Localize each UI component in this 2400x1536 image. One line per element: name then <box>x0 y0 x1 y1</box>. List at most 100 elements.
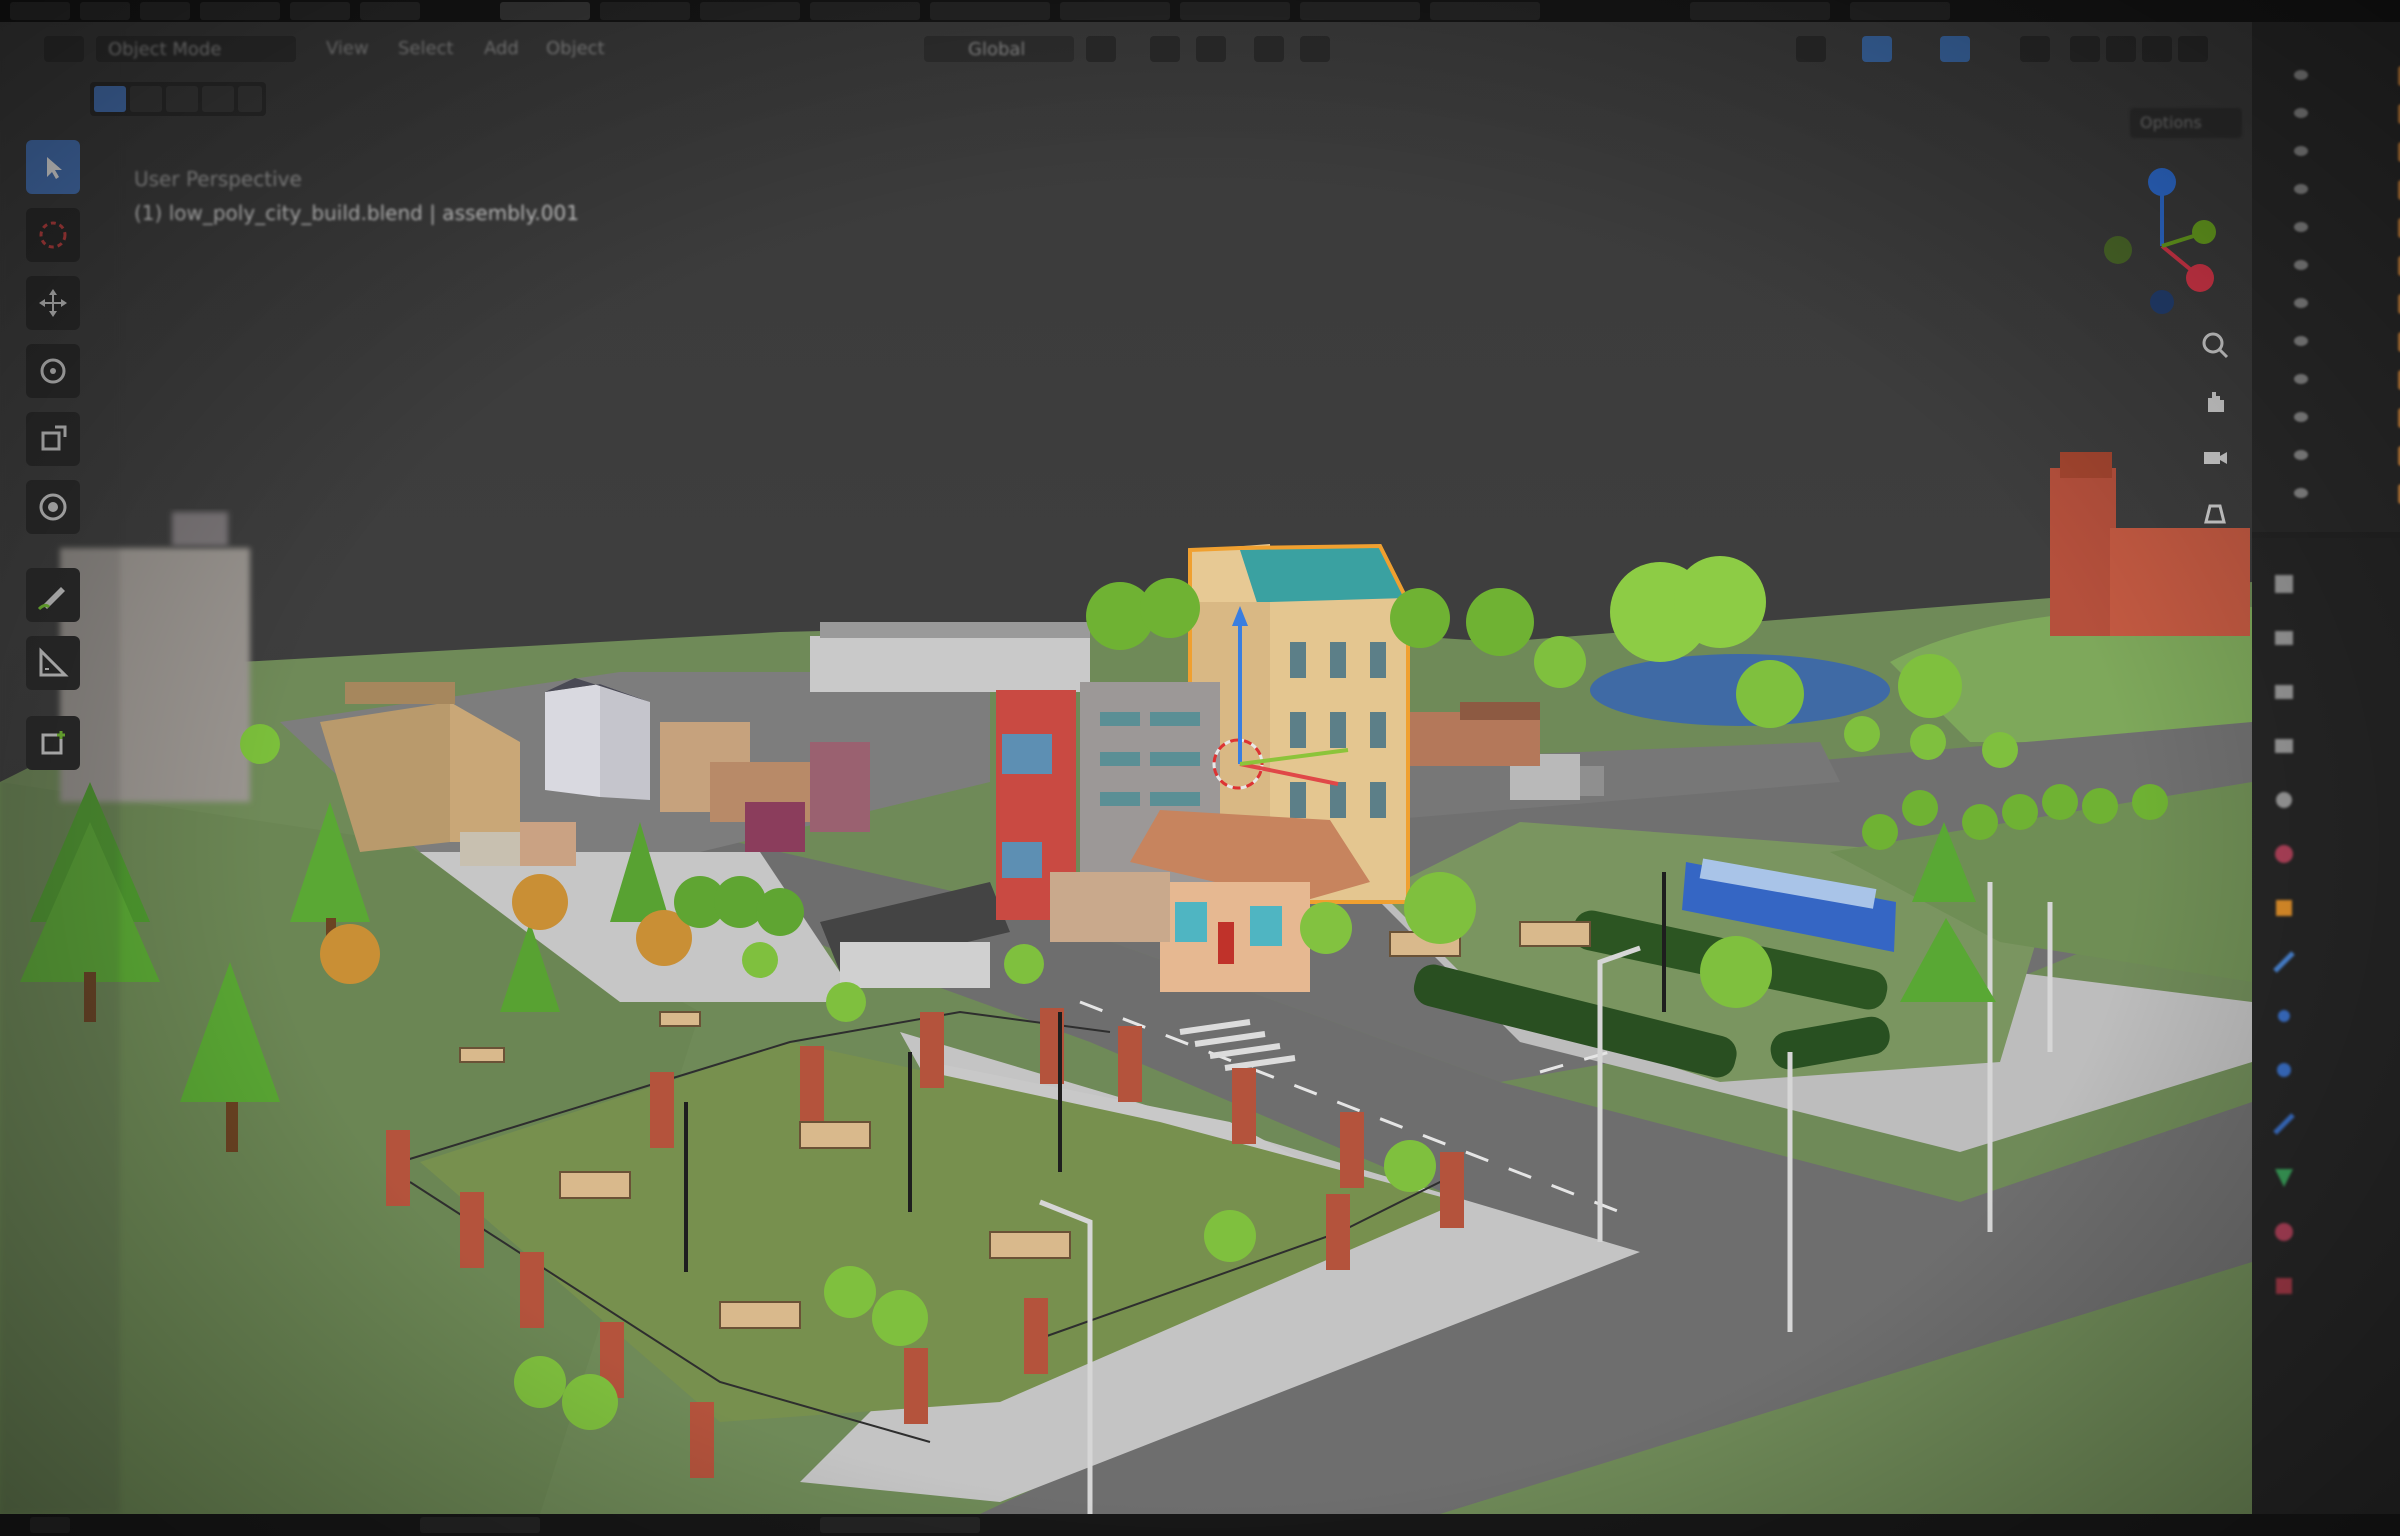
file-menu[interactable] <box>80 2 130 20</box>
select-box-tool-icon[interactable] <box>26 140 80 194</box>
output-tab-icon[interactable] <box>2264 672 2304 712</box>
material-tab-icon[interactable] <box>2264 1212 2304 1252</box>
overlays-toggle-icon[interactable] <box>1940 36 1970 62</box>
visibility-icon[interactable] <box>1796 36 1826 62</box>
shading-wireframe-icon[interactable] <box>2070 36 2100 62</box>
outliner-row[interactable] <box>2280 136 2400 170</box>
tab-geometry-nodes-2[interactable] <box>1690 2 1830 20</box>
eye-icon[interactable] <box>2294 374 2308 384</box>
edit-menu[interactable] <box>140 2 190 20</box>
eye-icon[interactable] <box>2294 108 2308 118</box>
properties-editor[interactable] <box>2252 538 2400 1514</box>
outliner-row[interactable] <box>2280 478 2400 512</box>
help-menu[interactable] <box>360 2 420 20</box>
blender-menu[interactable] <box>10 2 70 20</box>
3d-viewport[interactable]: User Perspective (1) low_poly_city_build… <box>0 22 2252 1514</box>
tab-shading[interactable] <box>1060 2 1170 20</box>
tab-uv-editing[interactable] <box>810 2 920 20</box>
outliner-row[interactable] <box>2280 440 2400 474</box>
snap-target-icon[interactable] <box>1196 36 1226 62</box>
measure-tool-icon[interactable] <box>26 636 80 690</box>
eye-icon[interactable] <box>2294 412 2308 422</box>
x-axis-icon[interactable] <box>2186 264 2214 292</box>
select-invert-icon[interactable] <box>202 86 234 112</box>
outliner-row[interactable] <box>2280 174 2400 208</box>
outliner-row[interactable] <box>2280 402 2400 436</box>
particles-tab-icon[interactable] <box>2264 996 2304 1036</box>
outliner-row[interactable] <box>2280 98 2400 132</box>
data-tab-icon[interactable] <box>2264 1158 2304 1198</box>
select-extend-icon[interactable] <box>130 86 162 112</box>
outliner-row[interactable] <box>2280 60 2400 94</box>
annotate-tool-icon[interactable] <box>26 568 80 622</box>
texture-tab-icon[interactable] <box>2264 1266 2304 1306</box>
perspective-toggle-icon[interactable] <box>2192 490 2238 536</box>
tab-compositing[interactable] <box>1430 2 1540 20</box>
y-axis-icon[interactable] <box>2192 220 2216 244</box>
eye-icon[interactable] <box>2294 184 2308 194</box>
scene-tab-icon[interactable] <box>2264 780 2304 820</box>
snap-icon[interactable] <box>1150 36 1180 62</box>
outliner-row[interactable] <box>2280 326 2400 360</box>
eye-icon[interactable] <box>2294 488 2308 498</box>
tab-layout[interactable] <box>500 2 590 20</box>
view-layer-tab-icon[interactable] <box>2264 726 2304 766</box>
eye-icon[interactable] <box>2294 298 2308 308</box>
shading-solid-icon[interactable] <box>2106 36 2136 62</box>
eye-icon[interactable] <box>2294 260 2308 270</box>
object-menu[interactable]: Object <box>546 38 605 59</box>
transform-tool-icon[interactable] <box>26 480 80 534</box>
eye-icon[interactable] <box>2294 450 2308 460</box>
render-menu[interactable] <box>200 2 280 20</box>
eye-icon[interactable] <box>2294 336 2308 346</box>
select-menu[interactable]: Select <box>398 38 454 59</box>
outliner-row[interactable] <box>2280 250 2400 284</box>
tab-rendering[interactable] <box>1300 2 1420 20</box>
tool-tab-icon[interactable] <box>2264 564 2304 604</box>
outliner-row[interactable] <box>2280 364 2400 398</box>
mode-dropdown[interactable]: Object Mode <box>96 36 296 62</box>
tab-texture-paint[interactable] <box>930 2 1050 20</box>
eye-icon[interactable] <box>2294 70 2308 80</box>
proportional-edit-icon[interactable] <box>1254 36 1284 62</box>
neg-y-axis-icon[interactable] <box>2104 236 2132 264</box>
xray-icon[interactable] <box>2020 36 2050 62</box>
constraints-tab-icon[interactable] <box>2264 1104 2304 1144</box>
modifiers-tab-icon[interactable] <box>2264 942 2304 982</box>
city-scene[interactable] <box>0 22 2252 1514</box>
tab-sculpting[interactable] <box>700 2 800 20</box>
shading-rendered-icon[interactable] <box>2178 36 2208 62</box>
rotate-tool-icon[interactable] <box>26 344 80 398</box>
move-tool-icon[interactable] <box>26 276 80 330</box>
render-tab-icon[interactable] <box>2264 618 2304 658</box>
select-subtract-icon[interactable] <box>166 86 198 112</box>
outliner-row[interactable] <box>2280 288 2400 322</box>
world-tab-icon[interactable] <box>2264 834 2304 874</box>
gizmo-toggle-icon[interactable] <box>1862 36 1892 62</box>
add-cube-tool-icon[interactable] <box>26 716 80 770</box>
falloff-icon[interactable] <box>1300 36 1330 62</box>
hand-pan-icon[interactable] <box>2192 378 2238 424</box>
select-new-icon[interactable] <box>94 86 126 112</box>
tab-scripting[interactable] <box>1850 2 1950 20</box>
camera-view-icon[interactable] <box>2192 434 2238 480</box>
zoom-icon[interactable] <box>2192 322 2238 368</box>
tab-modeling[interactable] <box>600 2 690 20</box>
eye-icon[interactable] <box>2294 146 2308 156</box>
navigation-gizmo[interactable] <box>2100 156 2230 336</box>
z-axis-icon[interactable] <box>2148 168 2176 196</box>
object-tab-icon[interactable] <box>2264 888 2304 928</box>
window-menu[interactable] <box>290 2 350 20</box>
pivot-icon[interactable] <box>1086 36 1116 62</box>
eye-icon[interactable] <box>2294 222 2308 232</box>
options-button[interactable]: Options <box>2130 108 2242 138</box>
neg-z-axis-icon[interactable] <box>2150 290 2174 314</box>
view-menu[interactable]: View <box>326 38 369 59</box>
scale-tool-icon[interactable] <box>26 412 80 466</box>
transform-orientation-dropdown[interactable]: Global <box>924 36 1074 62</box>
outliner-row[interactable] <box>2280 212 2400 246</box>
shading-material-icon[interactable] <box>2142 36 2172 62</box>
cursor-tool-icon[interactable] <box>26 208 80 262</box>
editor-type-icon[interactable] <box>44 36 84 62</box>
select-intersect-icon[interactable] <box>238 86 262 112</box>
